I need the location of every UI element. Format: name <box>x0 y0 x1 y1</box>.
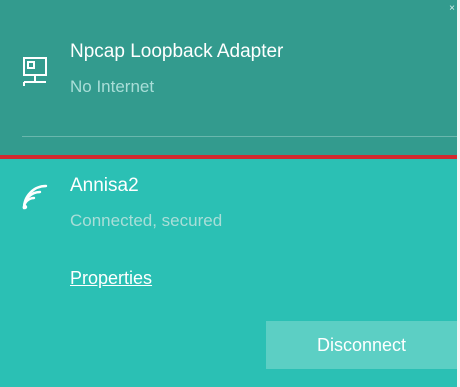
properties-link[interactable]: Properties <box>70 268 152 289</box>
network-name: Npcap Loopback Adapter <box>70 41 284 62</box>
wifi-signal-icon <box>18 180 52 219</box>
network-name: Annisa2 <box>70 175 139 196</box>
wired-network-icon <box>18 55 52 94</box>
disconnect-button[interactable]: Disconnect <box>266 321 457 369</box>
network-status: Connected, secured <box>70 211 223 230</box>
network-status: No Internet <box>70 77 155 96</box>
separator <box>22 136 457 137</box>
network-item-npcap[interactable]: × Npcap Loopback Adapter No Internet <box>0 0 457 155</box>
network-flyout: × Npcap Loopback Adapter No Internet Ann… <box>0 0 457 387</box>
close-icon[interactable]: × <box>449 3 455 14</box>
